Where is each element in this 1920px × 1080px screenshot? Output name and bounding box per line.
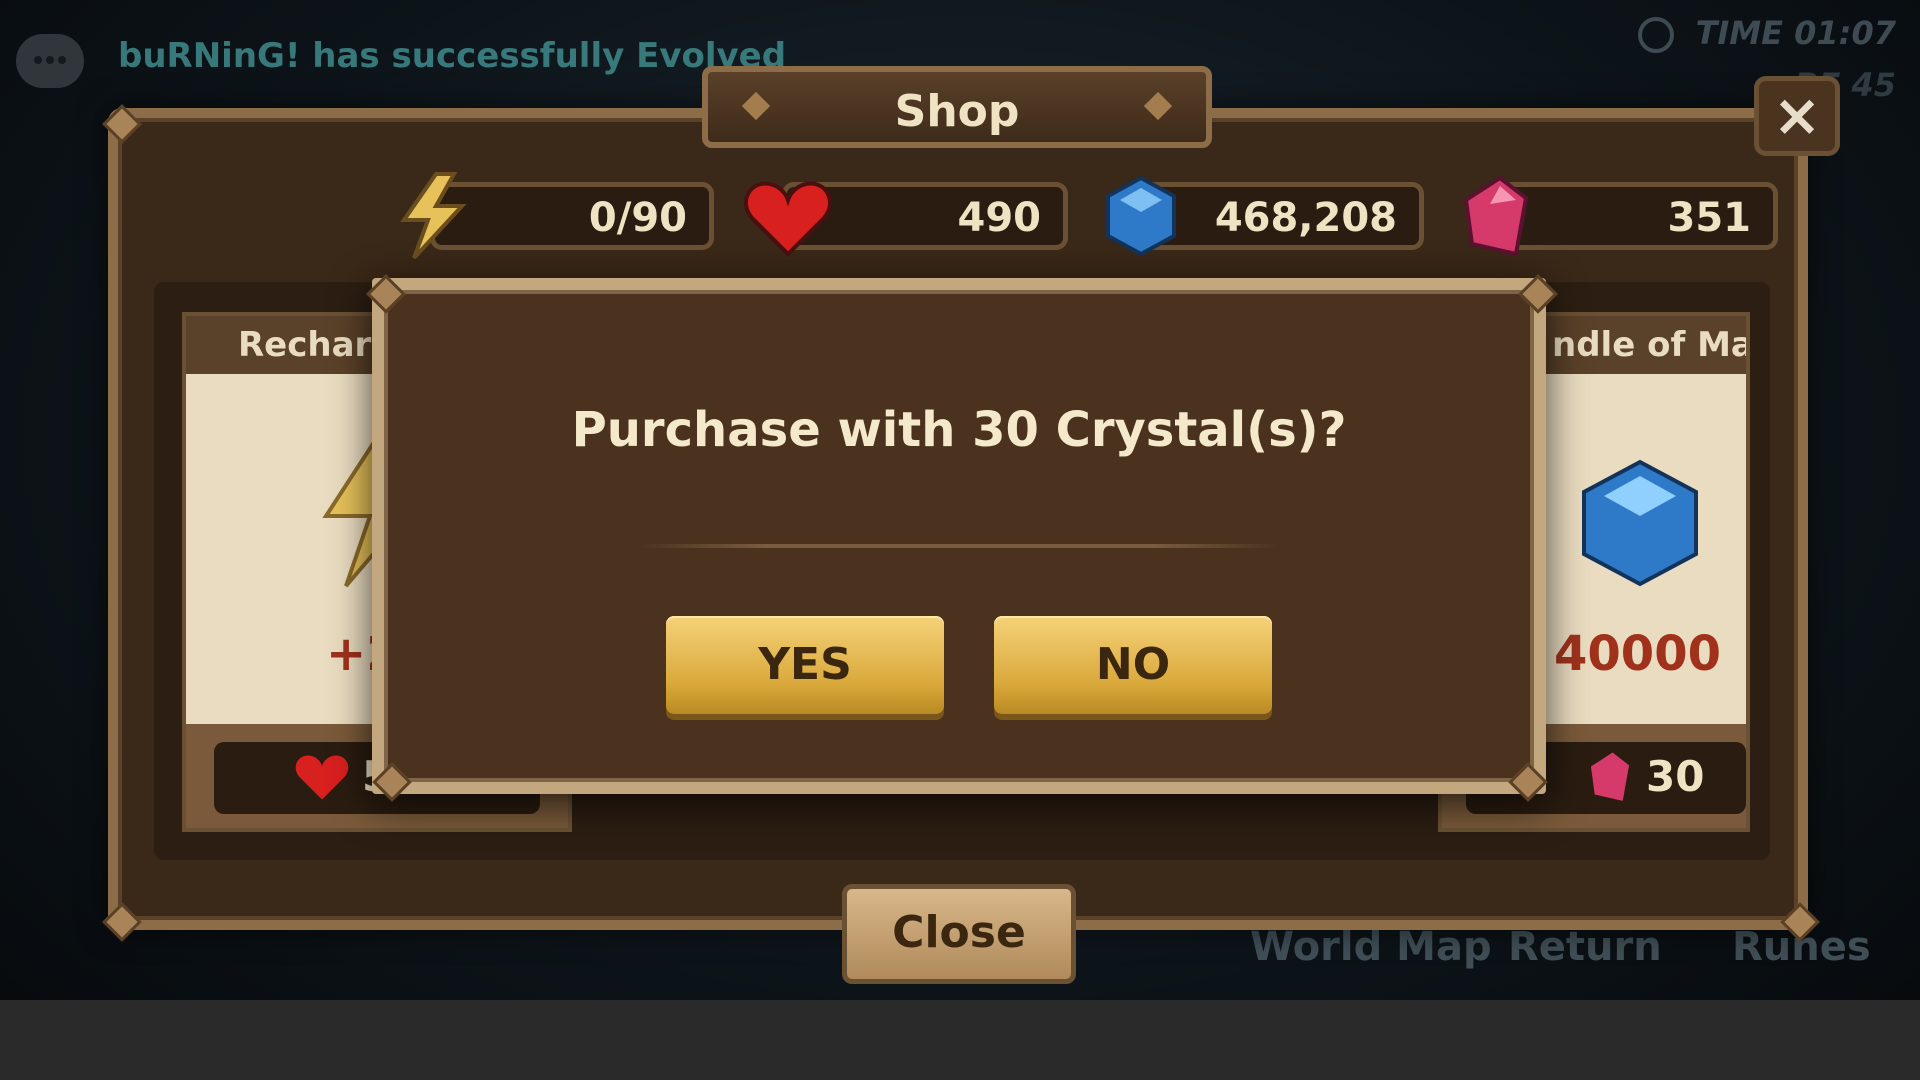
crystal-icon [1590, 752, 1630, 801]
return-button[interactable]: Return [1508, 924, 1662, 970]
heart-icon [295, 755, 349, 800]
shop-title-tab: Shop [702, 66, 1212, 148]
energy-counter: 0/90 [430, 182, 714, 250]
crystal-counter: 351 [1500, 182, 1778, 250]
lightning-icon [400, 172, 467, 260]
crystal-value: 351 [1667, 195, 1752, 241]
hearts-value: 490 [957, 195, 1042, 241]
item-amount: 40000 [1554, 626, 1721, 682]
mana-value: 468,208 [1214, 195, 1397, 241]
dialog-message: Purchase with 30 Crystal(s)? [571, 402, 1347, 458]
mana-counter: 468,208 [1140, 182, 1424, 250]
world-map-button[interactable]: World Map [1250, 924, 1492, 970]
shop-title: Shop [894, 86, 1020, 137]
yes-button[interactable]: YES [666, 616, 944, 714]
background-bottom-strip [0, 1000, 1920, 1080]
purchase-confirm-dialog: Purchase with 30 Crystal(s)? YES NO [372, 278, 1546, 794]
timer-value: 01:07 [1794, 14, 1896, 52]
no-button[interactable]: NO [994, 616, 1272, 714]
dialog-divider [638, 544, 1280, 548]
crystal-icon [1463, 175, 1529, 257]
heart-icon [744, 181, 832, 257]
energy-value: 0/90 [588, 195, 687, 241]
mana-stone-icon [1582, 459, 1698, 587]
mana-stone-icon [1106, 175, 1176, 257]
timer: TIME 01:07 [1638, 14, 1896, 53]
timer-label: TIME [1695, 14, 1783, 52]
chat-icon[interactable] [16, 34, 84, 88]
item-price: 30 [1646, 752, 1705, 801]
chat-message: buRNinG! has successfully Evolved [118, 36, 787, 76]
close-button[interactable]: Close [842, 884, 1076, 984]
clock-icon [1638, 17, 1675, 53]
close-icon[interactable]: × [1754, 76, 1840, 156]
